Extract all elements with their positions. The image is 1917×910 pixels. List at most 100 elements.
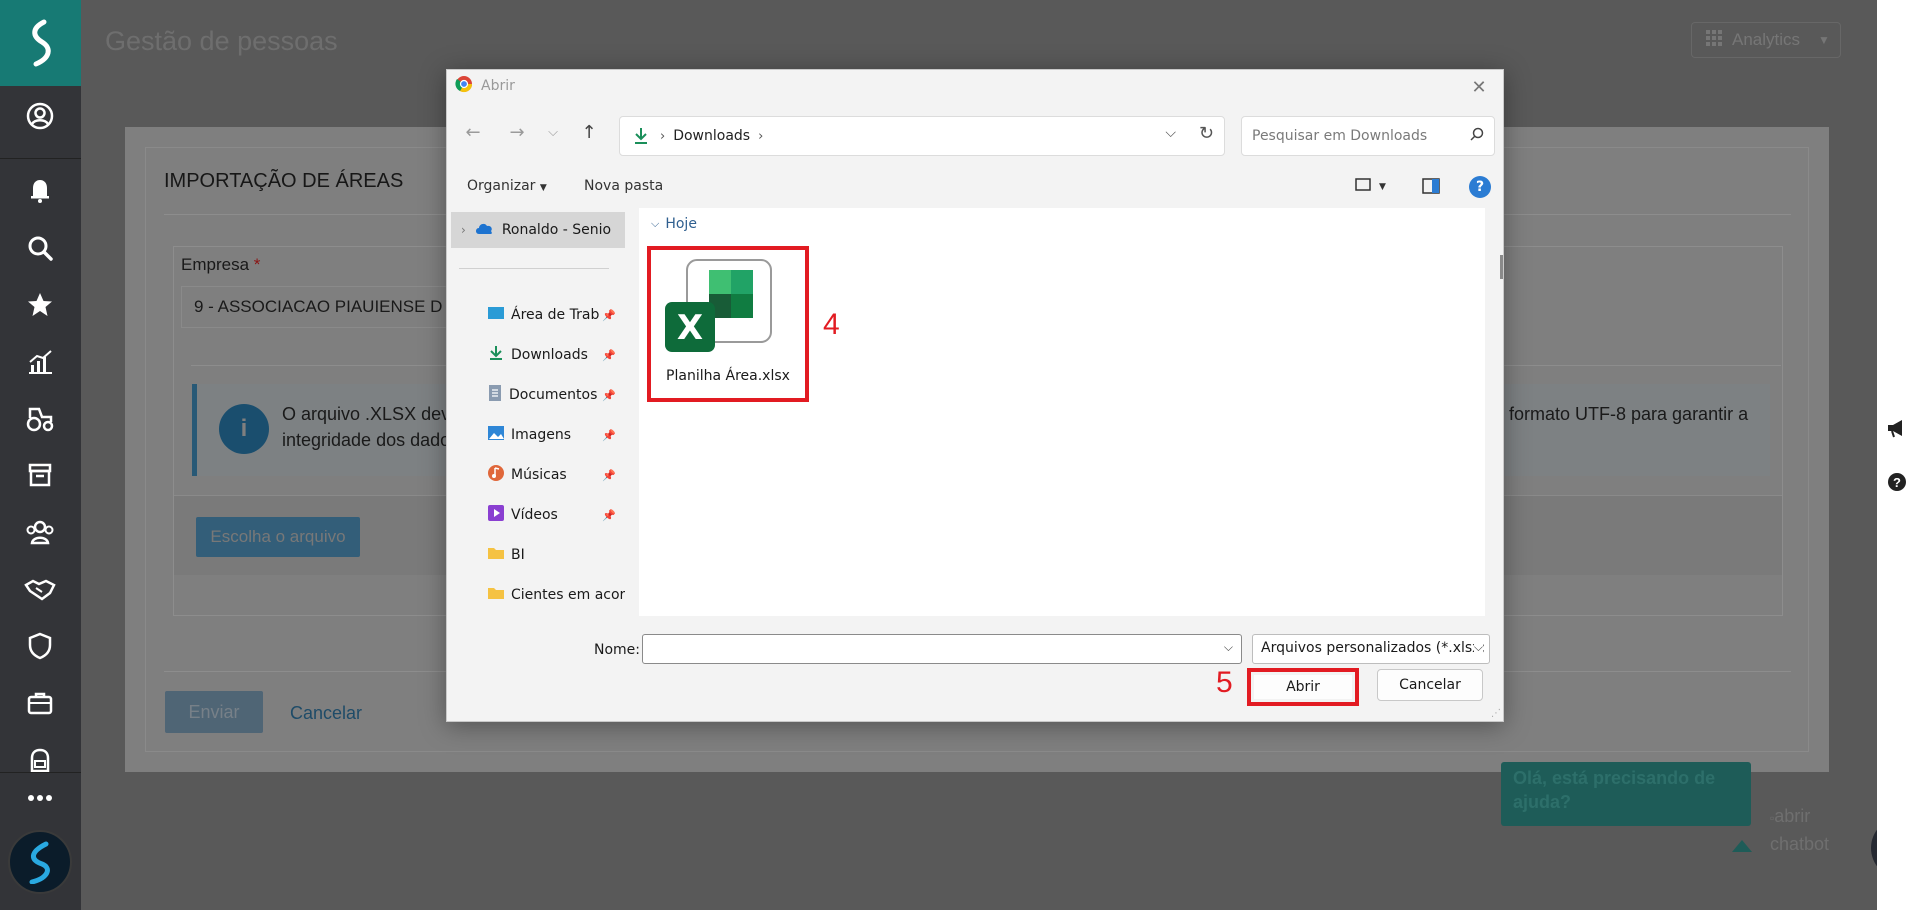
search-input[interactable]: Pesquisar em Downloads xyxy=(1241,116,1495,156)
analytics-label: Analytics xyxy=(1732,30,1801,49)
group-header-today[interactable]: ⌵ Hoje xyxy=(651,216,697,232)
info-text-line1-right: formato UTF-8 para garantir a xyxy=(1509,404,1749,424)
nav-item-music[interactable]: Músicas 📌 xyxy=(487,462,625,488)
analytics-button[interactable]: Analytics ▼ xyxy=(1691,22,1841,58)
pin-icon: 📌 xyxy=(602,468,616,482)
cancel-button[interactable]: Cancelar xyxy=(1377,669,1483,701)
file-item[interactable]: X Planilha Área.xlsx xyxy=(647,246,809,402)
right-strip: ? xyxy=(1877,0,1917,910)
tractor-icon[interactable] xyxy=(22,400,58,436)
forward-arrow-icon[interactable]: → xyxy=(503,118,531,146)
document-icon xyxy=(487,384,503,406)
file-open-dialog: Abrir ✕ ← → ⌵ ↑ › Downloads › ⌵ ↻ Pesqui… xyxy=(446,69,1504,722)
caret-down-icon: ▼ xyxy=(1818,33,1830,47)
chat-bubble-pointer xyxy=(1732,840,1752,852)
chevron-down-icon[interactable]: ⌵ xyxy=(1165,125,1176,141)
left-sidebar xyxy=(0,0,81,910)
handshake-icon[interactable] xyxy=(22,571,58,607)
open-button[interactable]: Abrir xyxy=(1254,675,1352,699)
chevron-down-icon: ⌵ xyxy=(651,217,660,230)
chevron-right-icon[interactable]: › xyxy=(758,129,763,144)
content-scrollbar[interactable] xyxy=(1500,255,1503,279)
view-options[interactable]: ▼ xyxy=(1355,178,1386,195)
close-icon[interactable]: ✕ xyxy=(1465,74,1493,100)
megaphone-icon[interactable] xyxy=(1885,416,1909,440)
bell-icon[interactable] xyxy=(22,172,58,208)
shield-icon[interactable] xyxy=(22,628,58,664)
pin-icon: 📌 xyxy=(602,428,616,442)
nav-item-desktop[interactable]: Área de Trab 📌 xyxy=(487,302,625,328)
nav-item-images[interactable]: Imagens 📌 xyxy=(487,422,625,448)
nav-item-folder-bi[interactable]: BI xyxy=(487,542,625,568)
folder-icon xyxy=(487,586,505,604)
resize-grip-icon[interactable]: ⋰ xyxy=(1491,708,1501,719)
up-arrow-icon[interactable]: ↑ xyxy=(575,118,603,146)
new-folder-button[interactable]: Nova pasta xyxy=(584,178,663,194)
caret-down-icon: ▼ xyxy=(1379,181,1386,192)
search-icon[interactable] xyxy=(22,230,58,266)
send-button[interactable]: Enviar xyxy=(165,691,263,733)
step-4-annotation: 4 xyxy=(823,308,840,341)
company-label: Empresa * xyxy=(181,255,261,274)
chatbot-broken-image[interactable]: ▫abrir chatbot xyxy=(1770,803,1829,857)
chevron-right-icon: › xyxy=(660,128,666,144)
svg-text:X: X xyxy=(677,308,703,348)
choose-file-button[interactable]: Escolha o arquivo xyxy=(196,517,360,557)
folder-icon xyxy=(487,546,505,564)
archive-icon[interactable] xyxy=(22,457,58,493)
help-icon[interactable]: ? xyxy=(1885,470,1909,494)
info-icon: i xyxy=(219,404,269,454)
nav-item-onedrive[interactable]: › Ronaldo - Senio xyxy=(451,212,625,248)
page-title: Gestão de pessoas xyxy=(105,26,338,56)
step-5-annotation: 5 xyxy=(1216,666,1233,699)
search-placeholder: Pesquisar em Downloads xyxy=(1252,128,1428,144)
refresh-icon[interactable]: ↻ xyxy=(1199,123,1214,144)
music-icon xyxy=(487,464,505,486)
organize-menu[interactable]: Organizar ▼ xyxy=(467,178,547,194)
modal-title: IMPORTAÇÃO DE ÁREAS xyxy=(164,170,404,192)
svg-text:?: ? xyxy=(1893,475,1901,490)
file-name: Planilha Área.xlsx xyxy=(666,368,790,384)
filetype-select[interactable]: Arquivos personalizados (*.xlsx; ⌵ xyxy=(1252,634,1490,664)
user-circle-icon[interactable] xyxy=(22,98,58,134)
cancel-link[interactable]: Cancelar xyxy=(290,703,362,724)
team-icon[interactable] xyxy=(22,514,58,550)
nav-item-documents[interactable]: Documentos 📌 xyxy=(487,382,625,408)
pin-icon: 📌 xyxy=(602,388,616,402)
view-icon xyxy=(1355,178,1371,195)
chart-icon[interactable] xyxy=(22,344,58,380)
info-text-line2: integridade dos dado xyxy=(282,430,451,450)
company-select[interactable]: 9 - ASSOCIACAO PIAUIENSE D xyxy=(181,286,481,328)
required-mark: * xyxy=(253,255,261,274)
briefcase-icon[interactable] xyxy=(22,685,58,721)
search-icon xyxy=(1470,127,1484,145)
breadcrumb-downloads[interactable]: Downloads xyxy=(673,128,750,144)
filename-label: Nome: xyxy=(594,642,641,658)
recent-chevron-icon[interactable]: ⌵ xyxy=(539,118,567,146)
app-logo[interactable] xyxy=(0,0,81,86)
back-arrow-icon[interactable]: ← xyxy=(459,118,487,146)
star-icon[interactable] xyxy=(22,287,58,323)
help-icon[interactable]: ? xyxy=(1469,176,1491,198)
nav-item-downloads[interactable]: Downloads 📌 xyxy=(487,342,625,368)
caret-down-icon: ▼ xyxy=(539,183,547,193)
divider xyxy=(459,268,609,269)
chevron-down-icon: ⌵ xyxy=(1223,640,1233,654)
filename-input[interactable]: ⌵ xyxy=(642,634,1242,664)
pin-icon: 📌 xyxy=(602,508,616,522)
nav-item-folder-clientes[interactable]: Cientes em acor xyxy=(487,582,625,608)
info-text-line1: O arquivo .XLSX dev xyxy=(282,404,451,424)
preview-pane-icon[interactable] xyxy=(1422,178,1440,198)
grid-icon xyxy=(1706,29,1722,51)
open-button-highlight: Abrir xyxy=(1247,668,1359,706)
chevron-right-icon: › xyxy=(461,223,466,237)
user-avatar[interactable] xyxy=(8,830,72,894)
more-icon[interactable] xyxy=(22,780,58,816)
download-icon xyxy=(630,127,652,145)
download-icon xyxy=(487,345,505,365)
logo-icon xyxy=(31,19,51,67)
chat-bubble[interactable]: Olá, está precisando de ajuda? xyxy=(1501,762,1751,826)
cloud-icon xyxy=(474,221,494,239)
address-bar[interactable]: › Downloads › ⌵ ↻ xyxy=(619,116,1225,156)
nav-item-videos[interactable]: Vídeos 📌 xyxy=(487,502,625,528)
